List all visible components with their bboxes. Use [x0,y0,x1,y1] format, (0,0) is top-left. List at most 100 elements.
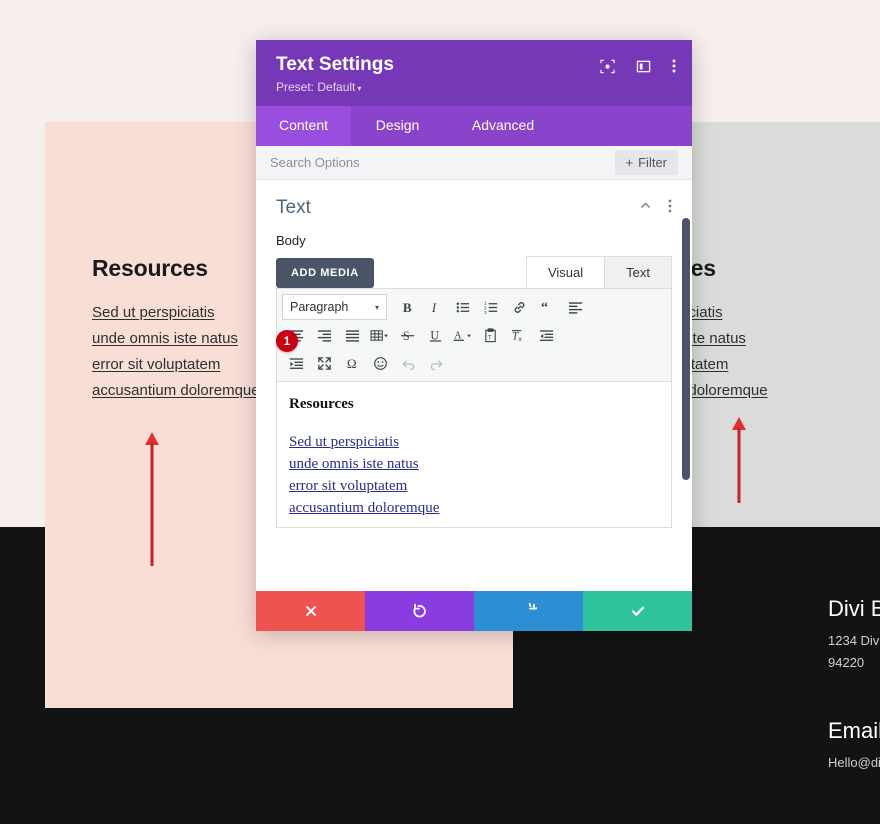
align-right-icon[interactable] [310,321,338,349]
svg-text:“: “ [540,300,547,315]
arrow-shaft [150,442,154,566]
svg-text:x: x [518,336,522,343]
layout-panel-icon[interactable] [636,59,651,74]
modal-header: Text Settings Preset: Default ▾ [256,40,692,106]
editor-top-row: ADD MEDIA Visual Text [276,256,672,288]
plus-icon: + [625,155,634,170]
tab-advanced[interactable]: Advanced [444,106,562,146]
svg-text:B: B [402,300,411,315]
focus-icon[interactable] [600,59,615,74]
strikethrough-icon[interactable]: S [393,321,421,349]
search-options-row: Search Options + Filter [256,146,692,180]
svg-text:Ω: Ω [346,356,356,371]
text-settings-modal: Text Settings Preset: Default ▾ Content … [256,40,692,631]
chevron-up-icon[interactable] [639,199,652,217]
left-resources-links: Sed ut perspiciatis unde omnis iste natu… [92,300,260,404]
align-justify-icon[interactable] [338,321,366,349]
toolbar-row-2: S U [282,321,666,349]
tab-design[interactable]: Design [351,106,444,146]
editor-toolbar: Paragraph ▾ B I 1 2 3 “ U A T T x Ω [276,288,672,382]
annotation-arrow-left [144,432,160,566]
arrow-shaft [737,427,741,503]
search-input[interactable]: Search Options [270,155,360,170]
undo-button[interactable] [365,591,474,631]
table-icon[interactable] [366,321,393,349]
modal-footer-actions [256,591,692,631]
align-left-icon[interactable] [561,293,589,321]
bulleted-list-icon[interactable] [449,293,477,321]
body-editor: ADD MEDIA Visual Text Paragraph ▾ B I 1 … [276,256,672,528]
left-link-4[interactable]: accusantium doloremque [92,378,260,404]
scrollbar-thumb[interactable] [682,218,690,480]
svg-text:T: T [487,334,491,341]
footer-heading-divi: Divi B [828,596,880,621]
link-icon[interactable] [505,293,533,321]
tab-text[interactable]: Text [604,256,672,288]
section-header-icons [639,199,672,218]
tab-content[interactable]: Content [256,106,351,146]
editor-link-2[interactable]: unde omnis iste natus [289,453,659,475]
italic-icon[interactable]: I [421,293,449,321]
svg-text:3: 3 [484,310,487,315]
clear-formatting-icon[interactable]: T x [504,321,532,349]
format-select[interactable]: Paragraph ▾ [282,294,387,320]
add-media-button[interactable]: ADD MEDIA [276,258,374,288]
dark-footer-bottom [0,708,880,824]
filter-button[interactable]: + Filter [614,150,678,175]
save-button[interactable] [583,591,692,631]
modal-scrollbar[interactable] [682,180,690,591]
special-character-icon[interactable]: Ω [338,349,366,377]
paste-as-text-icon[interactable]: T [476,321,504,349]
outdent-icon[interactable] [532,321,560,349]
footer-address-column: Divi B 1234 Divi 94220 [828,596,880,674]
toolbar-row-1: Paragraph ▾ B I 1 2 3 “ [282,293,666,321]
modal-header-icons [600,58,676,74]
editor-mode-tabs: Visual Text [525,256,672,288]
tab-visual[interactable]: Visual [525,256,606,288]
redo-button[interactable] [474,591,583,631]
footer-email-column: Email Hello@di [828,718,880,774]
editor-link-1[interactable]: Sed ut perspiciatis [289,431,659,453]
text-color-icon[interactable]: A [449,321,476,349]
left-resources-title: Resources [92,255,208,281]
underline-icon[interactable]: U [421,321,449,349]
editor-link-4[interactable]: accusantium doloremque [289,497,659,519]
bold-icon[interactable]: B [393,293,421,321]
screen-root: Resources Sed ut perspiciatis unde omnis… [0,0,880,824]
svg-text:I: I [430,300,436,315]
footer-heading-email: Email [828,718,880,743]
left-link-1[interactable]: Sed ut perspiciatis [92,300,260,326]
editor-content-area[interactable]: Resources Sed ut perspiciatis unde omnis… [276,382,672,528]
editor-link-3[interactable]: error sit voluptatem [289,475,659,497]
chevron-down-icon: ▾ [374,302,379,312]
left-link-2[interactable]: unde omnis iste natus [92,326,260,352]
modal-body: Text Body ADD MEDIA Visual Text Paragrap… [256,180,692,591]
more-vertical-icon[interactable] [672,58,676,74]
toolbar-row-3: Ω [282,349,666,377]
annotation-arrow-right [731,417,747,503]
numbered-list-icon[interactable]: 1 2 3 [477,293,505,321]
step-badge: 1 [276,330,298,352]
format-select-value: Paragraph [290,300,349,314]
editor-heading: Resources [289,396,354,412]
body-field-label: Body [276,233,306,248]
undo-icon[interactable] [394,349,422,377]
preset-selector[interactable]: Preset: Default ▾ [276,80,672,94]
redo-icon[interactable] [422,349,450,377]
emoji-icon[interactable] [366,349,394,377]
blockquote-icon[interactable]: “ [533,293,561,321]
filter-button-label: Filter [638,155,667,170]
footer-address-line-1: 1234 Divi [828,633,880,648]
preset-label: Preset: Default [276,80,356,94]
more-vertical-icon[interactable] [668,199,672,218]
section-title: Text [276,197,311,218]
footer-email-line: Hello@di [828,755,880,770]
cancel-button[interactable] [256,591,365,631]
left-resources-block: Resources Sed ut perspiciatis unde omnis… [92,255,260,404]
chevron-down-icon: ▾ [357,84,362,93]
text-section-header: Text [256,180,692,229]
indent-icon[interactable] [282,349,310,377]
left-link-3[interactable]: error sit voluptatem [92,352,260,378]
svg-text:U: U [430,328,439,342]
fullscreen-icon[interactable] [310,349,338,377]
